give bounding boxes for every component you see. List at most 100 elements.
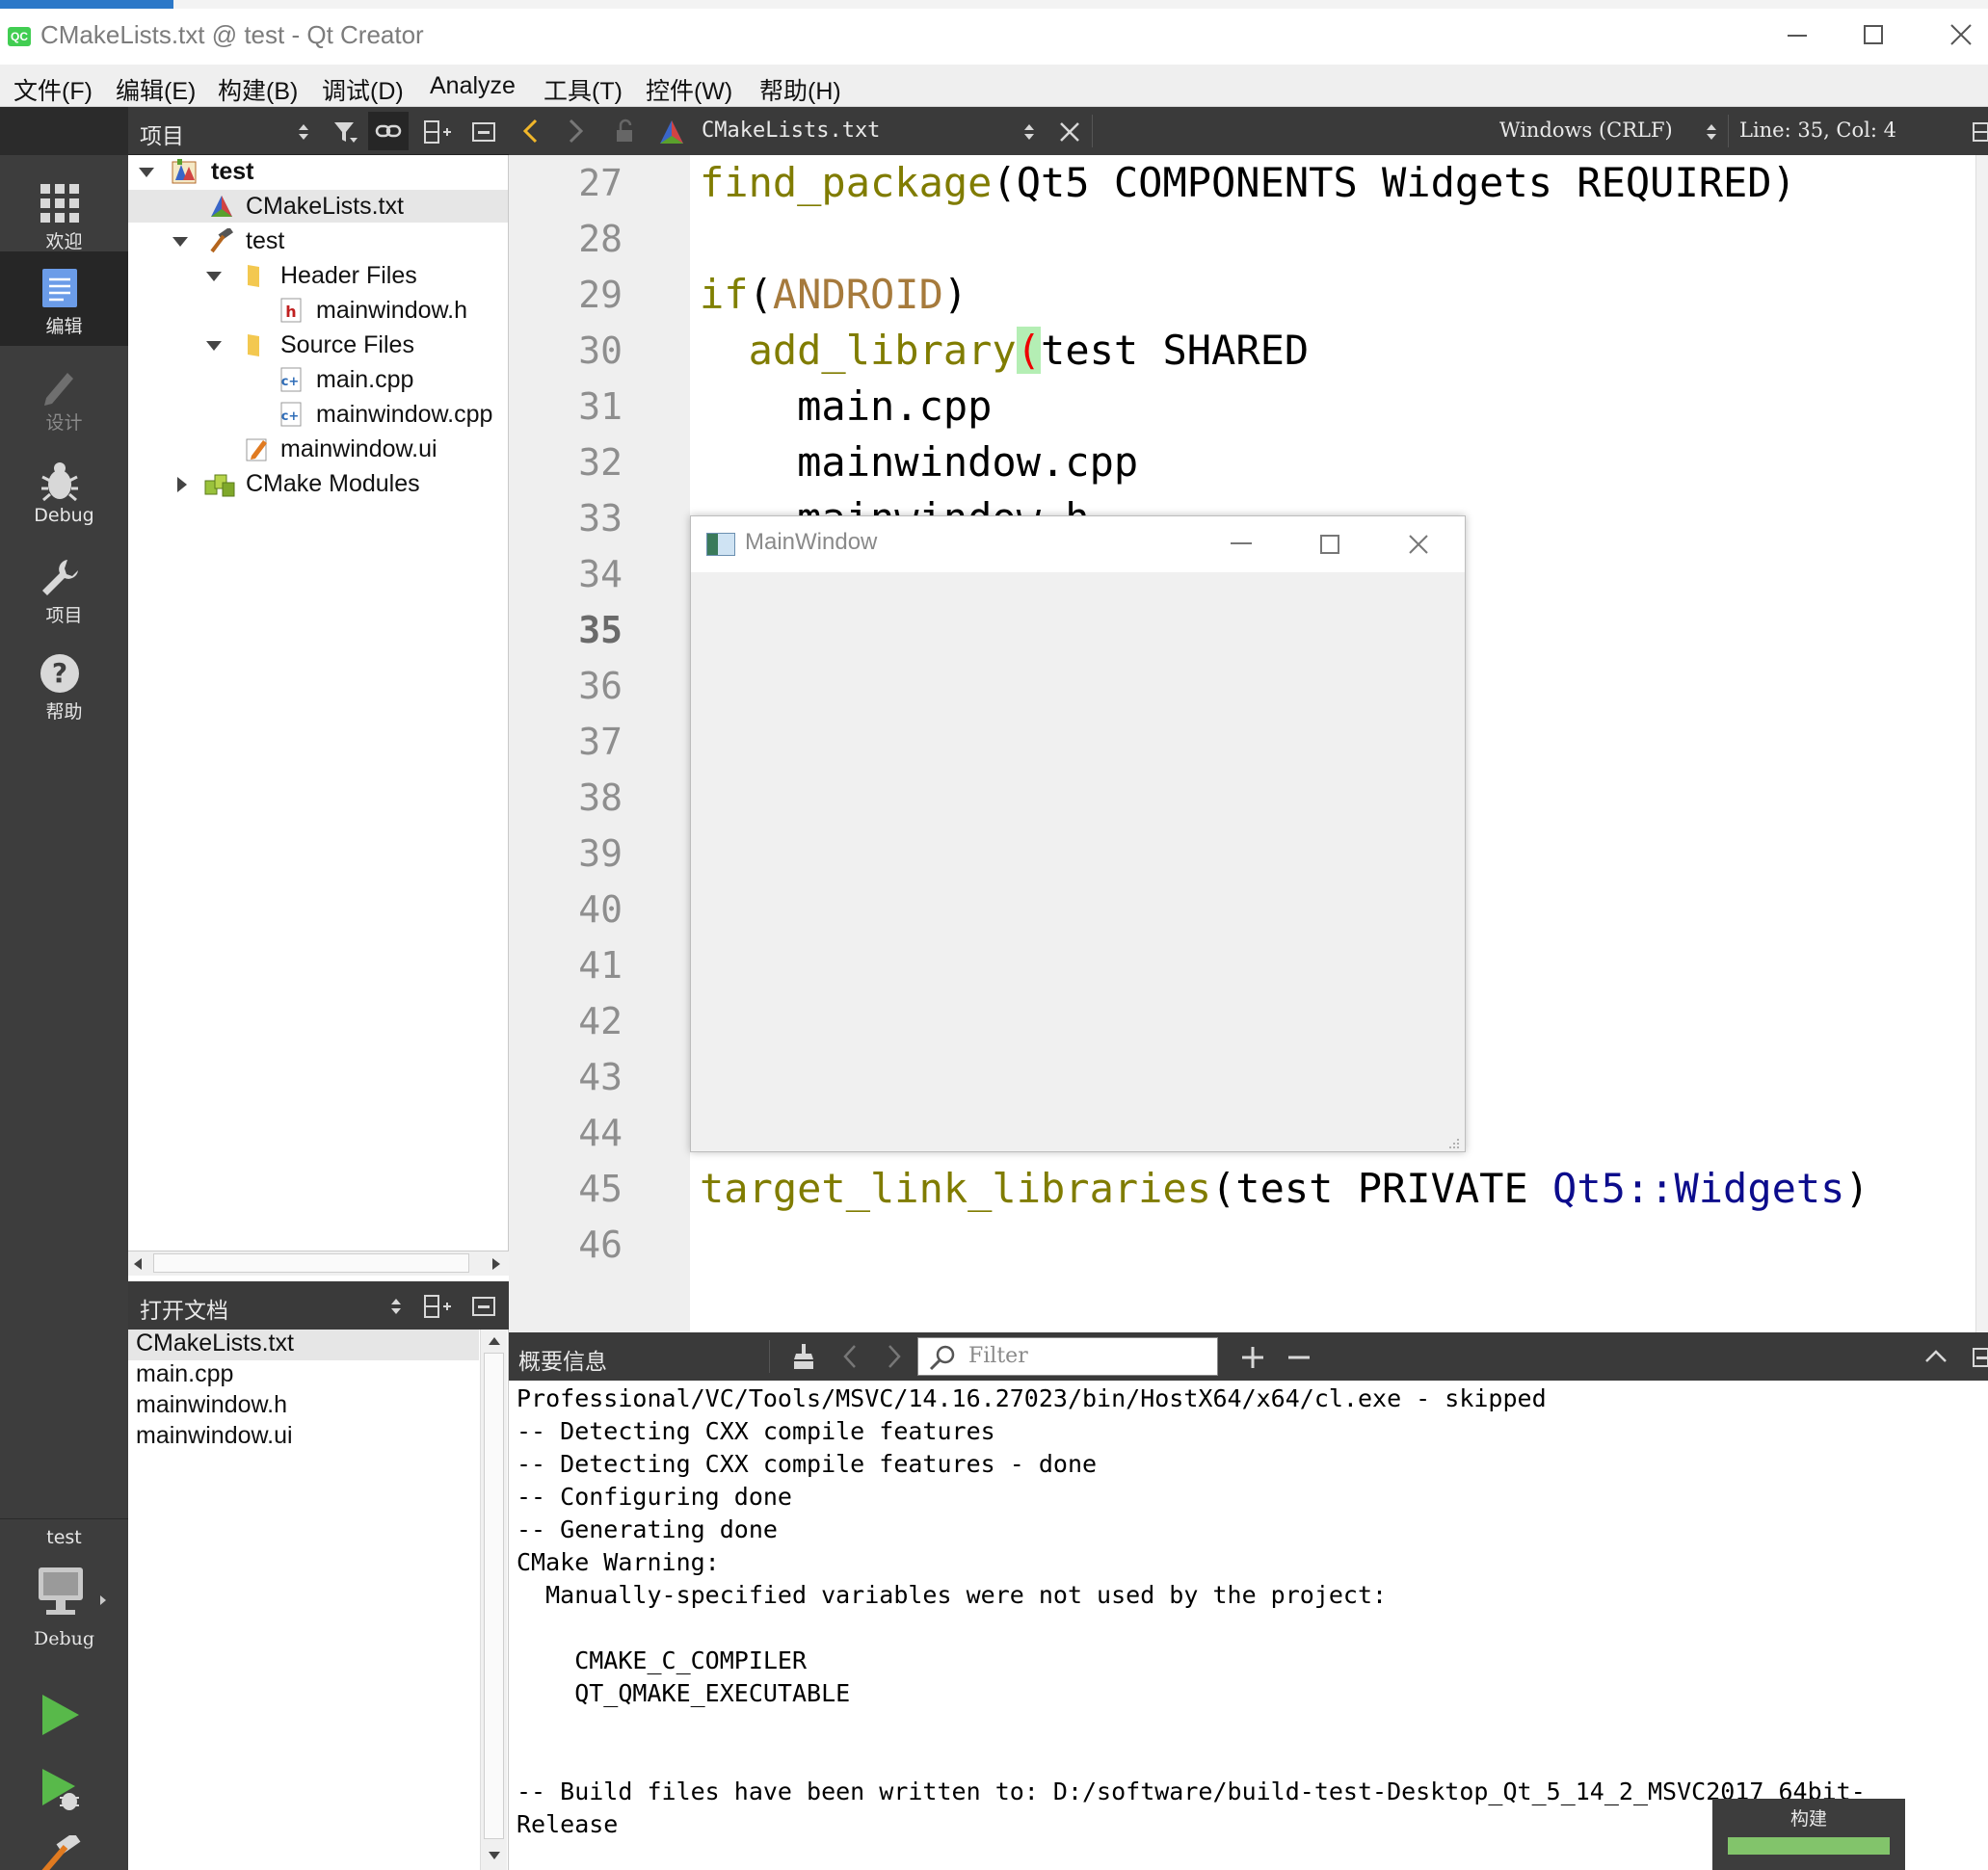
- current-line-number: 35: [578, 609, 623, 651]
- tree-row-mainwindow-ui[interactable]: mainwindow.ui: [128, 433, 508, 465]
- scroll-down-icon[interactable]: [488, 1850, 501, 1861]
- expand-arrow-icon[interactable]: [138, 167, 155, 178]
- menu-file[interactable]: 文件(F): [13, 72, 93, 107]
- close-pane-icon[interactable]: [1972, 1346, 1988, 1369]
- minimize-icon[interactable]: [1776, 16, 1818, 55]
- prev-item-icon[interactable]: [840, 1344, 860, 1369]
- resize-grip-icon[interactable]: [1448, 1136, 1462, 1149]
- menu-widgets[interactable]: 控件(W): [646, 72, 732, 107]
- app-window-titlebar[interactable]: MainWindow: [691, 516, 1465, 572]
- zoom-in-icon[interactable]: [1239, 1344, 1266, 1371]
- zoom-out-icon[interactable]: [1286, 1344, 1312, 1371]
- forward-icon[interactable]: [567, 119, 586, 144]
- run-button[interactable]: [37, 1691, 85, 1743]
- tree-row-source-files[interactable]: Source Files: [128, 329, 508, 361]
- build-button[interactable]: [37, 1831, 85, 1870]
- running-app-window[interactable]: MainWindow: [690, 515, 1466, 1152]
- tree-row-header-files[interactable]: Header Files: [128, 259, 508, 292]
- filter-icon[interactable]: [331, 119, 358, 145]
- view-selector-updown-icon[interactable]: [296, 121, 311, 143]
- debug-run-button[interactable]: [37, 1765, 85, 1817]
- project-tree-hscrollbar[interactable]: [128, 1251, 509, 1276]
- line-ending-updown-icon[interactable]: [1704, 121, 1719, 143]
- clear-output-icon[interactable]: [788, 1342, 817, 1371]
- mode-design[interactable]: 设计: [0, 348, 128, 442]
- file-selector-updown-icon[interactable]: [1021, 121, 1037, 143]
- tree-row-cmakelists[interactable]: CMakeLists.txt: [128, 190, 508, 223]
- mode-projects[interactable]: 项目: [0, 540, 128, 635]
- output-filter-field[interactable]: Filter: [917, 1337, 1218, 1376]
- tree-row-root[interactable]: test: [128, 155, 508, 188]
- back-icon[interactable]: [520, 119, 540, 144]
- editor-vscrollbar[interactable]: [1975, 155, 1988, 1332]
- maximize-pane-icon[interactable]: [1923, 1346, 1948, 1367]
- general-messages-output[interactable]: Professional/VC/Tools/MSVC/14.16.27023/b…: [509, 1381, 1988, 1870]
- lock-icon[interactable]: [613, 119, 638, 144]
- menu-help[interactable]: 帮助(H): [759, 72, 841, 107]
- menu-debug[interactable]: 调试(D): [322, 72, 404, 107]
- qt-creator-logo-icon: QC: [8, 27, 31, 46]
- close-panel-icon[interactable]: [471, 1295, 496, 1318]
- split-add-icon[interactable]: [423, 1293, 452, 1320]
- mode-debug[interactable]: Debug: [0, 444, 128, 539]
- kit-expand-arrow-icon[interactable]: [98, 1593, 108, 1611]
- scroll-up-icon[interactable]: [488, 1335, 501, 1347]
- tree-row-main-cpp[interactable]: c+ main.cpp: [128, 363, 508, 396]
- mode-projects-label: 项目: [45, 605, 83, 626]
- output-pane-header: 概要信息 Filter: [509, 1332, 1988, 1381]
- tree-label: test: [211, 158, 254, 185]
- menu-analyze[interactable]: Analyze: [430, 72, 516, 100]
- menu-tools[interactable]: 工具(T): [543, 72, 623, 107]
- tree-row-mainwindow-h[interactable]: h mainwindow.h: [128, 294, 508, 327]
- app-minimize-icon[interactable]: [1227, 532, 1256, 555]
- expand-arrow-icon[interactable]: [172, 236, 189, 248]
- svg-text:c+: c+: [281, 375, 300, 389]
- desktop-top-strip: [0, 0, 1988, 9]
- app-maximize-icon[interactable]: [1315, 532, 1344, 557]
- split-editor-icon[interactable]: [1972, 120, 1988, 144]
- next-item-icon[interactable]: [885, 1344, 904, 1369]
- open-doc-item[interactable]: CMakeLists.txt: [136, 1330, 294, 1357]
- menu-edit[interactable]: 编辑(E): [116, 72, 196, 107]
- mode-help[interactable]: ? 帮助: [0, 637, 128, 731]
- tree-row-mainwindow-cpp[interactable]: c+ mainwindow.cpp: [128, 398, 508, 431]
- tree-row-target[interactable]: test: [128, 224, 508, 257]
- link-editor-button[interactable]: [368, 112, 409, 150]
- cursor-position[interactable]: Line: 35, Col: 4: [1739, 119, 1896, 142]
- view-selector-updown-icon[interactable]: [388, 1296, 404, 1317]
- split-add-icon[interactable]: [423, 119, 452, 145]
- scroll-thumb[interactable]: [484, 1353, 504, 1839]
- mode-welcome[interactable]: 欢迎: [0, 167, 128, 261]
- collapse-arrow-icon[interactable]: [176, 476, 188, 493]
- open-documents-vscrollbar[interactable]: [480, 1330, 507, 1870]
- expand-arrow-icon[interactable]: [205, 340, 223, 352]
- open-doc-item[interactable]: mainwindow.ui: [136, 1422, 293, 1450]
- scroll-right-icon[interactable]: [490, 1257, 502, 1271]
- title-bar: QC CMakeLists.txt @ test - Qt Creator: [0, 9, 1988, 65]
- code-token-variable: ANDROID: [772, 271, 943, 318]
- scroll-thumb[interactable]: [153, 1253, 469, 1273]
- tree-row-cmake-modules[interactable]: CMake Modules: [128, 467, 508, 500]
- code-token: test SHARED: [1041, 327, 1310, 374]
- expand-arrow-icon[interactable]: [205, 271, 223, 282]
- line-number: 38: [578, 777, 623, 819]
- close-document-icon[interactable]: [1058, 120, 1081, 144]
- close-icon[interactable]: [1942, 16, 1984, 55]
- mode-bar-divider: [0, 1518, 128, 1519]
- menu-bar: 文件(F) 编辑(E) 构建(B) 调试(D) Analyze 工具(T) 控件…: [0, 65, 1988, 107]
- code-token-function: add_library: [700, 327, 1017, 374]
- code-line-27: find_package(Qt5 COMPONENTS Widgets REQU…: [700, 155, 1796, 211]
- build-progress[interactable]: 构建: [1712, 1799, 1905, 1870]
- menu-build[interactable]: 构建(B): [218, 72, 298, 107]
- maximize-icon[interactable]: [1852, 16, 1895, 55]
- code-token: (test PRIVATE: [1211, 1165, 1553, 1212]
- scroll-left-icon[interactable]: [132, 1257, 144, 1271]
- open-doc-item[interactable]: main.cpp: [136, 1360, 233, 1388]
- line-ending-selector[interactable]: Windows (CRLF): [1499, 119, 1673, 142]
- close-panel-icon[interactable]: [471, 120, 496, 144]
- kit-selector[interactable]: [35, 1566, 100, 1620]
- editor-filename[interactable]: CMakeLists.txt: [702, 119, 880, 143]
- open-doc-item[interactable]: mainwindow.h: [136, 1391, 287, 1419]
- app-close-icon[interactable]: [1404, 532, 1433, 557]
- mode-edit[interactable]: 编辑: [0, 251, 128, 346]
